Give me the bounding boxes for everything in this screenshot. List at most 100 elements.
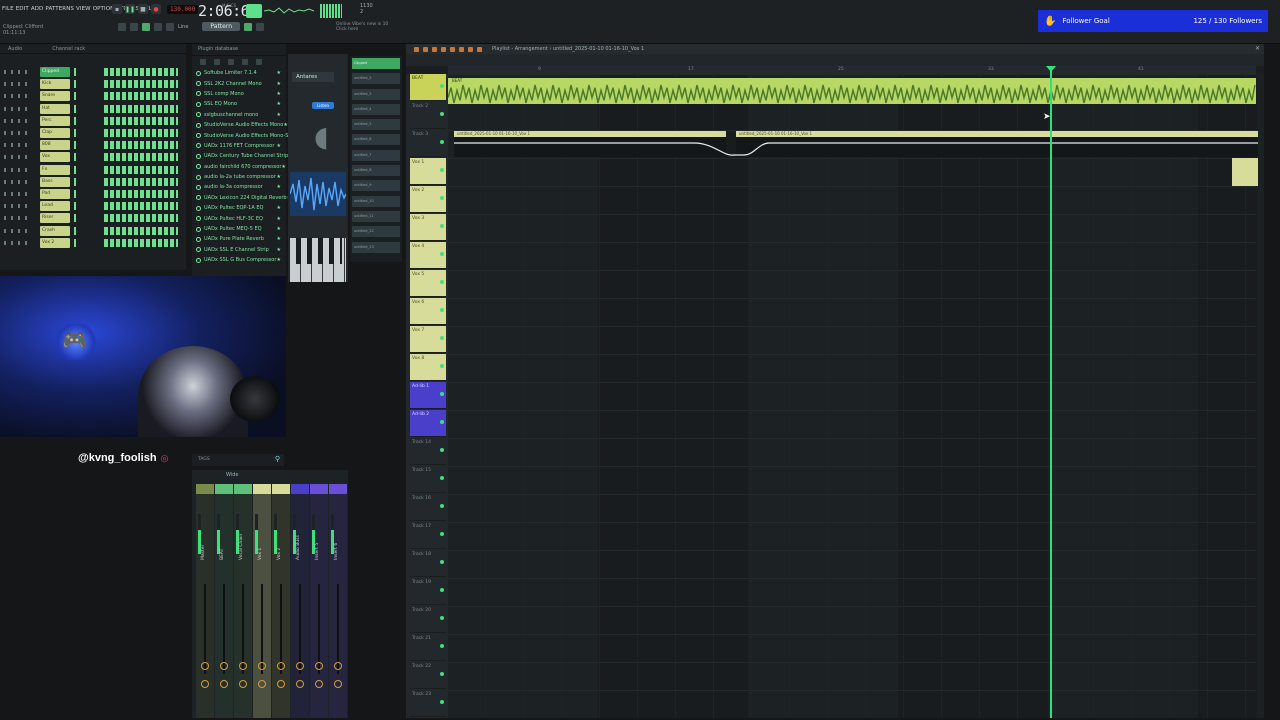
channel-row[interactable]: Pad — [0, 188, 186, 200]
channel-name-button[interactable]: Fx — [40, 164, 70, 175]
plugin-item[interactable]: UADx SSL G Bus Compressor ★ — [192, 255, 286, 265]
plugin-item[interactable]: UADx SSL E Channel Strip ★ — [192, 245, 286, 255]
track-header[interactable]: Track 19 — [410, 578, 446, 605]
track-mute-led[interactable] — [440, 112, 444, 116]
track-mute-led[interactable] — [440, 84, 444, 88]
channel-controls[interactable] — [4, 118, 32, 123]
plugin-item[interactable]: UADx Pure Plate Reverb ★ — [192, 234, 286, 244]
track-header[interactable]: Vox 6 — [410, 298, 446, 325]
channel-name-button[interactable]: Perc — [40, 115, 70, 126]
mixer-search-bar[interactable]: TAGS ⚲ — [192, 454, 284, 466]
channel-select-led[interactable] — [74, 153, 76, 162]
step-sequencer[interactable] — [104, 116, 178, 125]
step-sequencer[interactable] — [104, 165, 178, 174]
plugin-item[interactable]: SSL EQ Mono ★ — [192, 99, 286, 109]
channel-select-led[interactable] — [74, 141, 76, 150]
pattern-item[interactable]: untitled_7 — [352, 149, 400, 161]
star-icon[interactable]: ★ — [277, 216, 281, 222]
menu-edit[interactable]: EDIT — [16, 6, 29, 12]
step-sequencer[interactable] — [104, 141, 178, 150]
plugin-item[interactable]: Softube Limiter 7.1.4 ★ — [192, 68, 286, 78]
star-icon[interactable]: ★ — [277, 257, 281, 263]
stereo-knob[interactable] — [334, 680, 342, 688]
channel-controls[interactable] — [4, 167, 32, 172]
browser-sort-icon[interactable] — [228, 59, 234, 65]
track-mute-led[interactable] — [440, 588, 444, 592]
track-header[interactable]: Vox 5 — [410, 270, 446, 297]
pattern-item[interactable]: untitled_8 — [352, 165, 400, 177]
step-sequencer[interactable] — [104, 153, 178, 162]
channel-select-led[interactable] — [74, 129, 76, 137]
track-header[interactable]: Vox 8 — [410, 354, 446, 381]
plugin-item[interactable]: audio fairchild 670 compressor ★ — [192, 162, 286, 172]
plugin-item[interactable]: audio la-3a compressor ★ — [192, 182, 286, 192]
channel-select-led[interactable] — [74, 116, 76, 125]
track-header[interactable]: Track 2 — [410, 102, 446, 129]
volume-fader[interactable] — [318, 584, 320, 674]
channel-rack-icon[interactable] — [142, 22, 150, 31]
track-mute-led[interactable] — [440, 364, 444, 368]
pattern-mode-indicator[interactable] — [246, 4, 262, 18]
pattern-item[interactable]: untitled_10 — [352, 195, 400, 207]
timeline-ruler[interactable]: 9 17 25 33 41 — [448, 66, 1256, 74]
channel-controls[interactable] — [4, 82, 32, 87]
track-header[interactable]: Track 20 — [410, 606, 446, 633]
pattern-item[interactable]: Clipped — [352, 58, 400, 69]
track-header[interactable]: Track 21 — [410, 634, 446, 661]
track-header[interactable]: Track 15 — [410, 466, 446, 493]
pan-knob[interactable] — [315, 662, 323, 670]
pan-knob[interactable] — [277, 662, 285, 670]
track-header[interactable]: BEAT — [410, 74, 446, 101]
channel-name-button[interactable]: 808 — [40, 140, 70, 151]
pattern-item[interactable]: untitled_9 — [352, 180, 400, 192]
channel-name-button[interactable]: Riser — [40, 213, 70, 224]
track-header[interactable]: Track 22 — [410, 662, 446, 689]
channel-controls[interactable] — [4, 240, 32, 245]
stereo-knob[interactable] — [315, 680, 323, 688]
plugin-item[interactable]: UADx Pultec HLF-3C EQ ★ — [192, 213, 286, 223]
plugin-item[interactable]: audio la-2a tube compressor ★ — [192, 172, 286, 182]
playlist-select-icon[interactable] — [468, 46, 473, 52]
mixer-strip[interactable]: Insert 6 — [329, 484, 347, 718]
mixer-strip[interactable]: Insert 5 — [310, 484, 328, 718]
pan-knob[interactable] — [201, 662, 209, 670]
step-sequencer[interactable] — [104, 226, 178, 235]
playlist-menu-icon[interactable] — [414, 46, 419, 52]
menu-view[interactable]: VIEW — [76, 6, 91, 12]
playlist-mute-icon[interactable] — [450, 46, 455, 52]
star-icon[interactable]: ★ — [277, 205, 281, 211]
track-mute-led[interactable] — [440, 336, 444, 340]
end-automation-clip[interactable] — [1232, 158, 1258, 186]
track-header[interactable]: Track 14 — [410, 438, 446, 465]
stereo-knob[interactable] — [201, 680, 209, 688]
playhead-marker[interactable] — [1046, 66, 1056, 72]
channel-controls[interactable] — [4, 131, 32, 135]
step-sequencer[interactable] — [104, 190, 178, 198]
plugin-item[interactable]: UADx Pultec EQP-1A EQ ★ — [192, 203, 286, 213]
mixer-icon[interactable] — [130, 22, 138, 31]
channel-name-button[interactable]: Vox 2 — [40, 237, 70, 248]
channel-controls[interactable] — [4, 192, 32, 196]
step-sequencer[interactable] — [104, 129, 178, 137]
channel-name-button[interactable]: Kick — [40, 79, 70, 90]
record-button[interactable]: ● — [151, 4, 161, 14]
arrangement-grid[interactable] — [448, 74, 1256, 718]
channel-row[interactable]: Vox 2 — [0, 237, 186, 249]
browser-icon[interactable] — [166, 22, 174, 31]
menu-add[interactable]: ADD — [31, 6, 44, 12]
pattern-song-toggle[interactable]: ▪ — [112, 4, 122, 14]
star-icon[interactable]: ★ — [277, 236, 281, 242]
channel-select-led[interactable] — [74, 92, 76, 101]
volume-fader[interactable] — [280, 584, 282, 674]
channel-row[interactable]: Kick — [0, 78, 186, 90]
track-mute-led[interactable] — [440, 672, 444, 676]
playlist-slice-icon[interactable] — [459, 46, 464, 52]
step-sequencer[interactable] — [104, 92, 178, 101]
channel-name-button[interactable]: Clap — [40, 128, 70, 138]
plugin-item[interactable]: UADx Lexicon 224 Digital Reverb★ — [192, 193, 291, 203]
menu-file[interactable]: FILE — [2, 6, 14, 12]
step-sequencer[interactable] — [104, 238, 178, 247]
pan-knob[interactable] — [334, 662, 342, 670]
track-mute-led[interactable] — [440, 532, 444, 536]
track-header[interactable]: Track 23 — [410, 690, 446, 717]
